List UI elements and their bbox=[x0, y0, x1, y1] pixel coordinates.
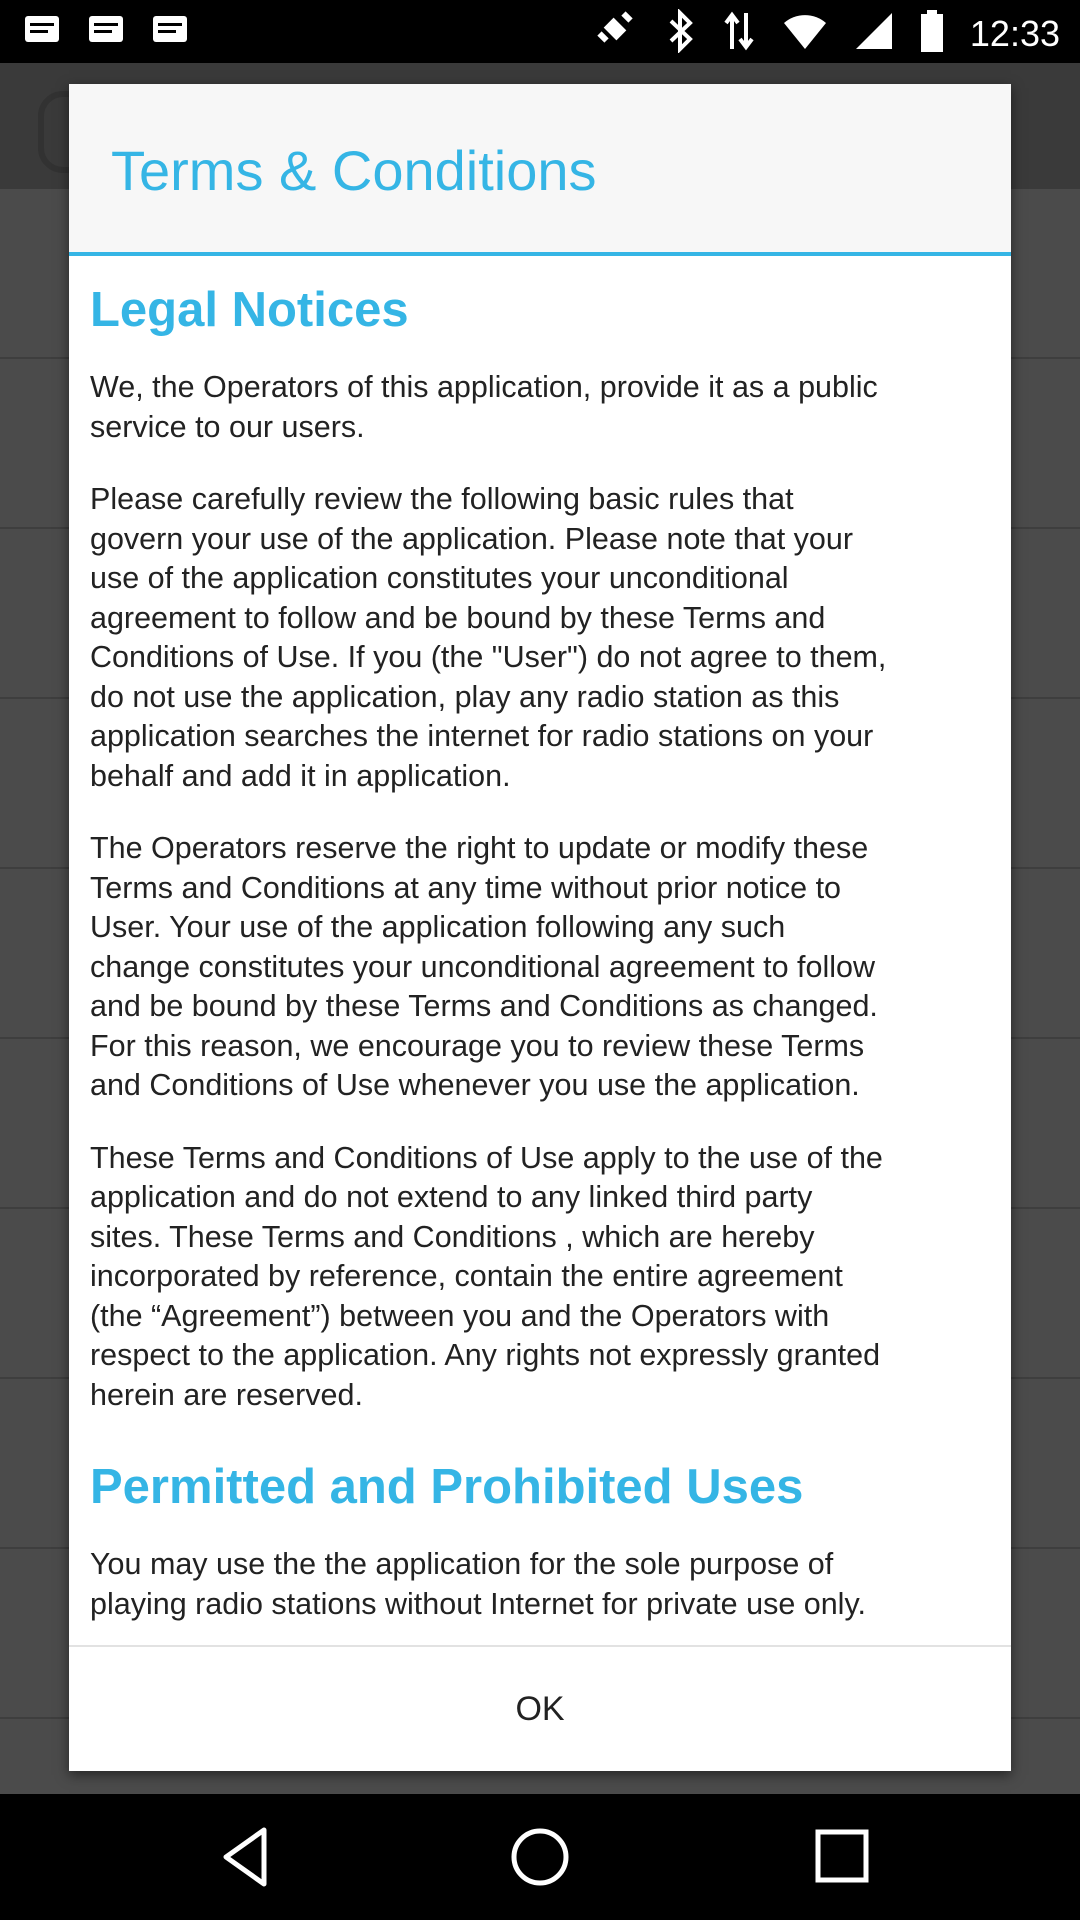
ok-button[interactable]: OK bbox=[69, 1647, 1011, 1771]
recents-icon[interactable] bbox=[808, 1822, 878, 1892]
status-time: 12:33 bbox=[969, 12, 1060, 54]
paragraph: We, the Operators of this application, p… bbox=[90, 370, 878, 444]
notification-icon bbox=[150, 10, 190, 55]
navigation-bar bbox=[0, 1794, 1080, 1920]
battery-icon bbox=[920, 10, 944, 57]
terms-content: Legal Notices We, the Operators of this … bbox=[90, 256, 995, 1624]
dialog-header: Terms & Conditions bbox=[69, 84, 1011, 252]
signal-icon bbox=[854, 11, 894, 56]
bluetooth-icon bbox=[666, 8, 696, 58]
notification-icon bbox=[22, 10, 62, 55]
section-heading: Legal Notices bbox=[90, 283, 409, 337]
data-arrows-icon bbox=[722, 9, 756, 58]
terms-dialog: Terms & Conditions Legal Notices We, the… bbox=[69, 84, 1011, 1771]
paragraph: Please carefully review the following ba… bbox=[90, 482, 887, 793]
paragraph: You may use the the application for the … bbox=[90, 1547, 866, 1621]
paragraph: These Terms and Conditions of Use apply … bbox=[90, 1140, 883, 1412]
section-heading: Permitted and Prohibited Uses bbox=[90, 1460, 804, 1514]
wifi-icon bbox=[782, 11, 828, 56]
status-bar: 12:33 bbox=[0, 0, 1080, 63]
notification-icon bbox=[86, 10, 126, 55]
back-icon[interactable] bbox=[212, 1822, 282, 1892]
dialog-title: Terms & Conditions bbox=[111, 139, 597, 202]
paragraph: The Operators reserve the right to updat… bbox=[90, 831, 878, 1102]
gps-fake-icon bbox=[594, 8, 640, 59]
terms-scroll-area[interactable]: Legal Notices We, the Operators of this … bbox=[69, 256, 1011, 1645]
home-icon[interactable] bbox=[505, 1822, 575, 1892]
